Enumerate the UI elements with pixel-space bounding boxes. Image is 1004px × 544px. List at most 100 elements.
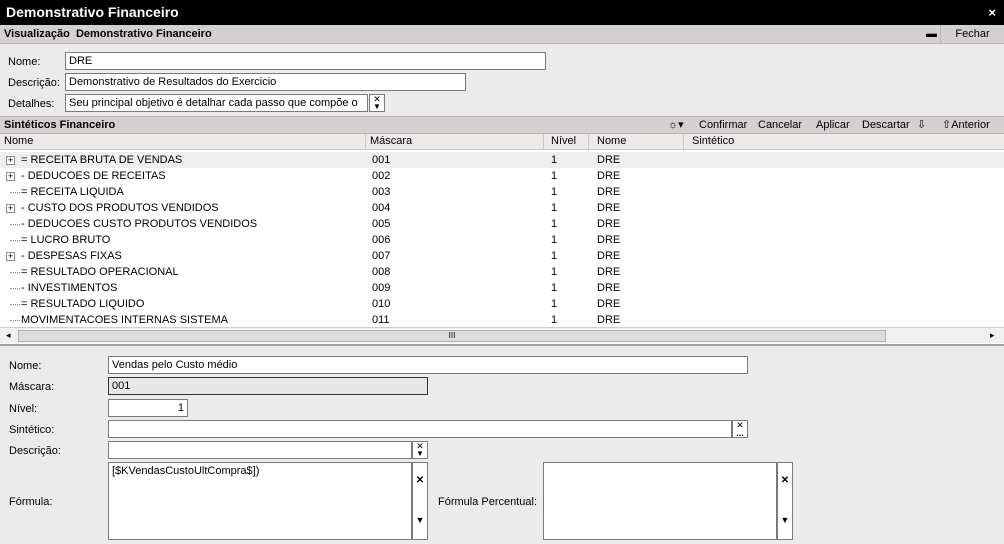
cell-nome2: DRE <box>597 154 621 166</box>
scroll-right-icon[interactable]: ▸ <box>990 330 995 341</box>
cell-nivel: 1 <box>551 250 558 262</box>
sintetico-controls[interactable]: ✕ ... <box>732 420 748 438</box>
column-header-nome[interactable]: Nome <box>0 134 366 150</box>
detail-sintetico-input[interactable] <box>108 420 732 438</box>
detail-descricao-input[interactable] <box>108 441 412 459</box>
cell-nivel: 1 <box>551 202 558 214</box>
anterior-button[interactable]: ⇧Anterior <box>942 117 990 133</box>
cell-nivel: 1 <box>551 170 558 182</box>
expand-icon[interactable]: + <box>6 204 15 213</box>
window-titlebar: Demonstrativo Financeiro × <box>0 0 1004 25</box>
table-row[interactable]: MOVIMENTACOES INTERNAS SISTEMA 011 1 DRE <box>0 312 1004 328</box>
table-row[interactable]: = RESULTADO LIQUIDO 010 1 DRE <box>0 296 1004 312</box>
table-row[interactable]: = RESULTADO OPERACIONAL 008 1 DRE <box>0 264 1004 280</box>
formula-percentual-controls: ✕ ▼ <box>777 462 793 540</box>
detail-descricao-label: Descrição: <box>9 445 61 457</box>
table-row[interactable]: - INVESTIMENTOS 009 1 DRE <box>0 280 1004 296</box>
expand-icon[interactable]: + <box>6 172 15 181</box>
cell-nome: - INVESTIMENTOS <box>21 282 118 294</box>
expand-icon[interactable]: + <box>6 156 15 165</box>
dropdown-icon[interactable]: ▼ <box>370 103 384 111</box>
cell-nome2: DRE <box>597 170 621 182</box>
scroll-left-icon[interactable]: ◂ <box>6 330 11 341</box>
cell-nome: - DEDUCOES DE RECEITAS <box>21 170 166 182</box>
cell-nome: = LUCRO BRUTO <box>21 234 111 246</box>
dropdown-icon[interactable]: ▼ <box>413 450 427 458</box>
formula-label: Fórmula: <box>9 496 53 508</box>
detalhes-input[interactable]: Seu principal objetivo é detalhar cada p… <box>65 94 368 112</box>
descricao-input[interactable]: Demonstrativo de Resultados do Exercicio <box>65 73 466 91</box>
detalhes-label: Detalhes: <box>8 98 55 110</box>
horizontal-scrollbar[interactable]: ◂ III ▸ <box>0 327 1004 343</box>
cell-mascara: 008 <box>372 266 391 278</box>
cancelar-button[interactable]: Cancelar <box>758 117 802 133</box>
tree-line <box>10 224 20 225</box>
table-row[interactable]: = LUCRO BRUTO 006 1 DRE <box>0 232 1004 248</box>
clear-icon[interactable]: ✕ <box>413 475 427 486</box>
cell-nome: = RESULTADO LIQUIDO <box>21 298 145 310</box>
sinteticos-grid[interactable]: Nome Máscara Nível Nome Sintético + = REC… <box>0 134 1004 346</box>
cell-mascara: 005 <box>372 218 391 230</box>
clear-icon[interactable]: ✕ <box>778 475 792 486</box>
cell-nome2: DRE <box>597 314 621 326</box>
table-row[interactable]: + - CUSTO DOS PRODUTOS VENDIDOS 004 1 DRE <box>0 200 1004 216</box>
expand-icon[interactable]: + <box>6 252 15 261</box>
minimize-icon[interactable]: ▬ <box>926 25 937 44</box>
window-title: Demonstrativo Financeiro <box>6 4 179 20</box>
tree-line <box>10 192 20 193</box>
column-header-mascara[interactable]: Máscara <box>366 134 544 150</box>
cell-mascara: 001 <box>372 154 391 166</box>
cell-nome: MOVIMENTACOES INTERNAS SISTEMA <box>21 314 228 326</box>
filter-icon[interactable]: ☼▾ <box>668 117 684 133</box>
cell-nome2: DRE <box>597 218 621 230</box>
detail-nivel-input[interactable]: 1 <box>108 399 188 417</box>
fechar-button[interactable]: Fechar <box>940 25 1004 43</box>
detail-mascara-input[interactable]: 001 <box>108 377 428 395</box>
cell-mascara: 007 <box>372 250 391 262</box>
descricao-controls[interactable]: ✕ ▼ <box>412 441 428 459</box>
detail-sintetico-label: Sintético: <box>9 424 55 436</box>
table-row[interactable]: + - DEDUCOES DE RECEITAS 002 1 DRE <box>0 168 1004 184</box>
close-icon[interactable]: × <box>988 0 996 25</box>
ellipsis-icon[interactable]: ... <box>733 429 747 438</box>
formula-textarea[interactable]: [$KVendasCustoUltCompra$]) <box>108 462 412 540</box>
descartar-button[interactable]: Descartar <box>862 117 910 133</box>
table-row[interactable]: + - DESPESAS FIXAS 007 1 DRE <box>0 248 1004 264</box>
cell-nome: - CUSTO DOS PRODUTOS VENDIDOS <box>21 202 219 214</box>
section-title: Sintéticos Financeiro <box>4 119 116 131</box>
detalhes-controls[interactable]: ✕ ▼ <box>369 94 385 112</box>
descricao-label: Descrição: <box>8 77 60 89</box>
next-arrow-icon[interactable]: ⇩ <box>917 117 926 133</box>
cell-nivel: 1 <box>551 154 558 166</box>
cell-nivel: 1 <box>551 314 558 326</box>
table-row[interactable]: = RECEITA LIQUIDA 003 1 DRE <box>0 184 1004 200</box>
tree-line <box>10 320 20 321</box>
confirmar-button[interactable]: Confirmar <box>699 117 747 133</box>
cell-nome2: DRE <box>597 298 621 310</box>
detail-mascara-label: Máscara: <box>9 381 55 393</box>
cell-mascara: 011 <box>372 314 390 326</box>
detail-nome-label: Nome: <box>9 360 42 372</box>
cell-nome: - DESPESAS FIXAS <box>21 250 122 262</box>
detail-nome-input[interactable]: Vendas pelo Custo médio <box>108 356 748 374</box>
nome-label: Nome: <box>8 56 41 68</box>
nome-input[interactable]: DRE <box>65 52 546 70</box>
scroll-thumb[interactable]: III <box>18 330 886 342</box>
grid-header: Nome Máscara Nível Nome Sintético <box>0 134 1004 150</box>
view-bar: Visualização Demonstrativo Financeiro ▬ … <box>0 25 1004 44</box>
dropdown-icon[interactable]: ▼ <box>413 515 427 525</box>
column-header-nome2[interactable]: Nome <box>589 134 684 150</box>
cell-nome2: DRE <box>597 250 621 262</box>
cell-nome: = RECEITA BRUTA DE VENDAS <box>21 154 183 166</box>
aplicar-button[interactable]: Aplicar <box>816 117 850 133</box>
cell-nivel: 1 <box>551 266 558 278</box>
dropdown-icon[interactable]: ▼ <box>778 515 792 525</box>
formula-percentual-textarea[interactable] <box>543 462 777 540</box>
section-header: Sintéticos Financeiro ☼▾ Confirmar Cance… <box>0 116 1004 134</box>
table-row[interactable]: + = RECEITA BRUTA DE VENDAS 001 1 DRE <box>0 152 1004 168</box>
column-header-sintetico[interactable]: Sintético <box>684 134 1004 150</box>
cell-nivel: 1 <box>551 298 558 310</box>
column-header-nivel[interactable]: Nível <box>544 134 589 150</box>
table-row[interactable]: - DEDUCOES CUSTO PRODUTOS VENDIDOS 005 1 DR… <box>0 216 1004 232</box>
cell-nome2: DRE <box>597 186 621 198</box>
